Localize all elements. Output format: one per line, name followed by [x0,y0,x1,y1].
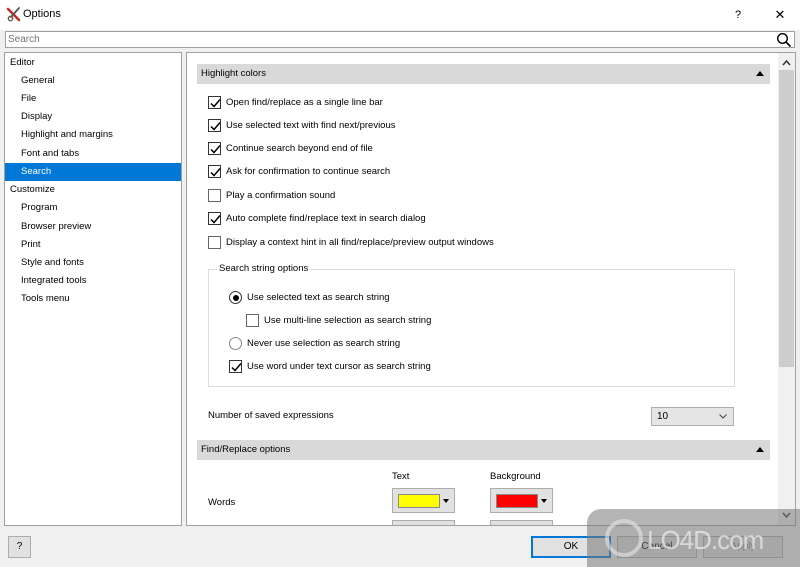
tree-item-customize[interactable]: Customize [5,181,181,199]
tree-item-integrated-tools[interactable]: Integrated tools [5,272,181,290]
section-header-highlight-colors[interactable]: Highlight colors [197,64,770,84]
collapse-icon[interactable] [756,71,764,76]
tree-item-search[interactable]: Search [5,163,181,181]
tree-item-font-and-tabs[interactable]: Font and tabs [5,145,181,163]
section-header-find-replace-options[interactable]: Find/Replace options [197,440,770,460]
search-string-options-group: Search string options Use selected text … [208,263,735,387]
radio-label: Never use selection as search string [247,338,401,349]
checkbox-label: Use multi-line selection as search strin… [264,315,432,326]
title-bar: Options ? ✕ [0,0,800,30]
tree-item-file[interactable]: File [5,90,181,108]
search-input[interactable] [8,33,768,46]
checkbox-label: Display a context hint in all find/repla… [226,237,494,248]
saved-expressions-label: Number of saved expressions [208,410,334,421]
checkbox[interactable] [208,165,221,178]
words-text-color-picker[interactable] [392,488,455,513]
watermark-logo-icon [605,519,643,557]
watermark: LO4D.com [587,509,800,567]
checkbox[interactable] [208,236,221,249]
tree-item-tools-menu[interactable]: Tools menu [5,290,181,308]
chevron-down-icon [718,411,728,421]
tree-item-style-and-fonts[interactable]: Style and fonts [5,254,181,272]
checkbox-label: Open find/replace as a single line bar [226,97,383,108]
options-tree: Editor General File Display Highlight an… [4,52,182,526]
search-icon[interactable] [776,32,792,48]
watermark-text: LO4D.com [647,525,764,555]
help-button[interactable]: ? [8,536,31,558]
tree-item-print[interactable]: Print [5,236,181,254]
radio-button[interactable] [229,291,242,304]
dropdown-value: 10 [657,411,669,422]
section-title: Highlight colors [201,68,266,79]
checkbox-label: Auto complete find/replace text in searc… [226,213,426,224]
checkbox[interactable] [208,96,221,109]
checkbox-label: Use word under text cursor as search str… [247,361,431,372]
column-header-background: Background [490,471,541,482]
close-button[interactable]: ✕ [770,5,790,25]
tools-icon [6,6,22,22]
scrollbar-thumb[interactable] [779,70,794,367]
help-title-button[interactable]: ? [728,5,748,25]
checkbox[interactable] [208,189,221,202]
checkbox-label: Use selected text with find next/previou… [226,120,396,131]
checkbox[interactable] [246,314,259,327]
color-swatch [496,494,538,508]
tree-item-editor[interactable]: Editor [5,54,181,72]
checkbox-label: Continue search beyond end of file [226,143,373,154]
checkbox[interactable] [229,360,242,373]
tree-item-program[interactable]: Program [5,199,181,217]
section-title: Find/Replace options [201,444,291,455]
tree-item-highlight-and-margins[interactable]: Highlight and margins [5,126,181,144]
checkbox[interactable] [208,142,221,155]
checkbox-label: Play a confirmation sound [226,190,336,201]
next-background-color-picker[interactable] [490,520,553,525]
saved-expressions-dropdown[interactable]: 10 [651,407,734,426]
search-field[interactable] [5,31,795,48]
scroll-up-icon[interactable] [778,55,795,70]
dropdown-arrow-icon [541,499,547,503]
radio-button[interactable] [229,337,242,350]
tree-item-browser-preview[interactable]: Browser preview [5,218,181,236]
column-header-text: Text [392,471,410,482]
color-swatch [398,494,440,508]
next-text-color-picker[interactable] [392,520,455,525]
row-label-words: Words [208,497,236,508]
radio-label: Use selected text as search string [247,292,390,303]
window-title: Options [23,8,61,20]
vertical-scrollbar[interactable] [778,53,795,525]
dropdown-arrow-icon [443,499,449,503]
checkbox-label: Ask for confirmation to continue search [226,166,391,177]
checkbox[interactable] [208,212,221,225]
checkbox[interactable] [208,119,221,132]
collapse-icon[interactable] [756,447,764,452]
group-title: Search string options [217,263,311,274]
words-background-color-picker[interactable] [490,488,553,513]
options-panel: Highlight colors Open find/replace as a … [186,52,796,526]
tree-item-general[interactable]: General [5,72,181,90]
tree-item-display[interactable]: Display [5,108,181,126]
